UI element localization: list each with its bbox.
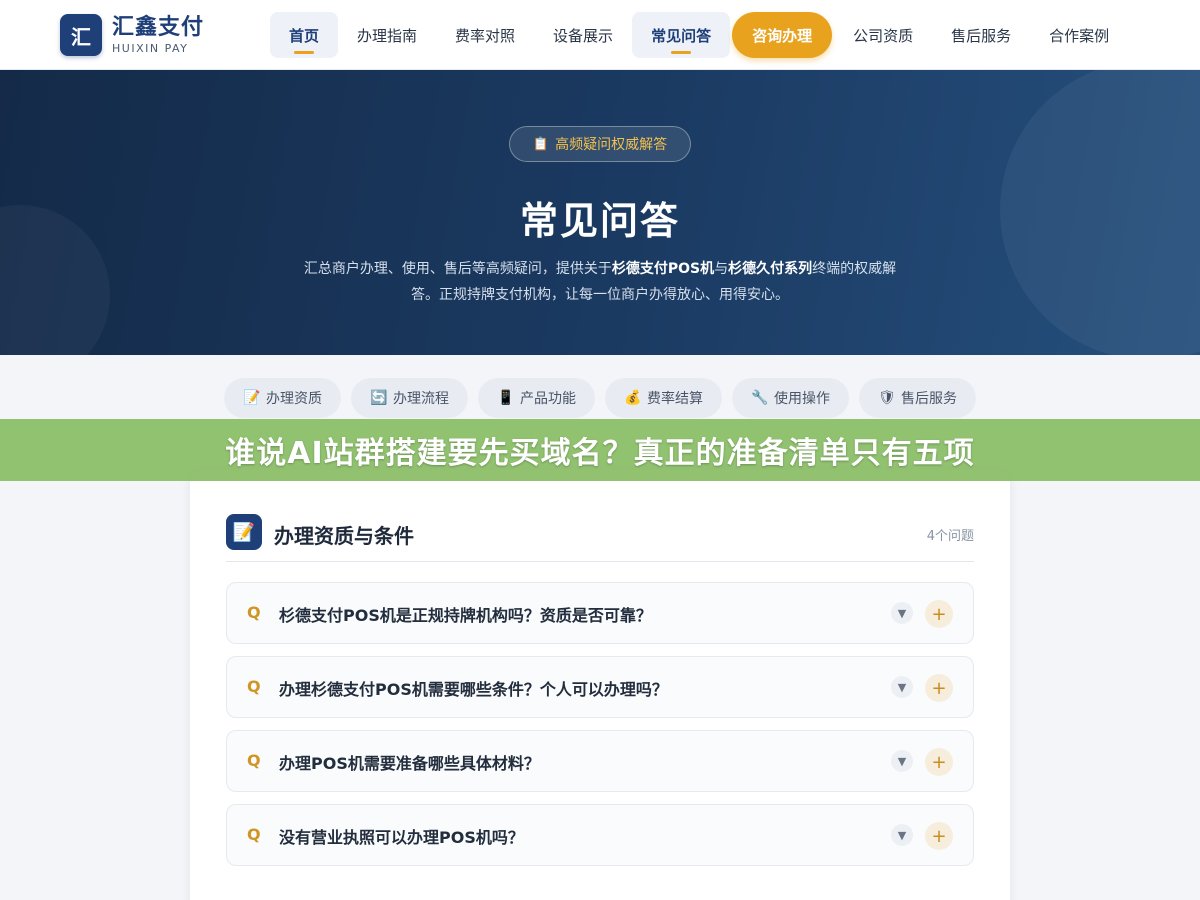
tab-qualification[interactable]: 📝 办理资质	[224, 378, 341, 418]
nav-item-home[interactable]: 首页	[270, 12, 339, 58]
brand-subtitle: HUIXIN PAY	[112, 41, 189, 55]
faq-card: 📝 办理资质与条件 4个问题 Q 杉德支付POS机是正规持牌机构吗？资质是否可靠…	[190, 470, 1010, 900]
nav-item-guide[interactable]: 办理指南	[338, 12, 436, 58]
expand-plus-icon[interactable]: +	[925, 822, 953, 850]
site-header: 汇 汇鑫支付 HUIXIN PAY 首页 办理指南 费率对照 设备展示 常见问答…	[0, 0, 1200, 70]
nav-item-qualifications[interactable]: 公司资质	[834, 12, 932, 58]
memo-icon: 📝	[226, 514, 262, 550]
tab-label: 办理流程	[393, 391, 449, 407]
question-mark: Q	[247, 677, 261, 696]
tab-label: 办理资质	[266, 391, 322, 407]
chevron-down-icon[interactable]: ▼	[891, 676, 913, 698]
faq-section-title: 办理资质与条件	[274, 524, 414, 548]
logo[interactable]: 汇 汇鑫支付 HUIXIN PAY	[60, 14, 204, 56]
hero-desc-highlight: 杉德支付POS机	[611, 261, 715, 277]
expand-plus-icon[interactable]: +	[925, 748, 953, 776]
phone-icon: 📱	[497, 390, 515, 406]
chevron-down-icon[interactable]: ▼	[891, 824, 913, 846]
overlay-banner: 谁说AI站群搭建要先买域名？真正的准备清单只有五项	[0, 419, 1200, 481]
question-mark: Q	[247, 603, 261, 622]
chevron-down-icon[interactable]: ▼	[891, 602, 913, 624]
question-text: 办理POS机需要准备哪些具体材料？	[279, 754, 540, 773]
question-text: 没有营业执照可以办理POS机吗？	[279, 828, 524, 847]
question-text: 杉德支付POS机是正规持牌机构吗？资质是否可靠？	[279, 606, 652, 625]
question-text: 办理杉德支付POS机需要哪些条件？个人可以办理吗？	[279, 680, 668, 699]
money-bag-icon: 💰	[624, 390, 642, 406]
nav-item-devices[interactable]: 设备展示	[534, 12, 632, 58]
nav-item-after-sales[interactable]: 售后服务	[932, 12, 1030, 58]
memo-icon: 📝	[243, 390, 261, 406]
chevron-down-icon[interactable]: ▼	[891, 750, 913, 772]
hero-desc-text: 与	[714, 261, 729, 277]
faq-item[interactable]: Q 办理杉德支付POS机需要哪些条件？个人可以办理吗？ ▼ +	[226, 656, 974, 718]
main-nav: 首页 办理指南 费率对照 设备展示 常见问答 咨询办理 公司资质 售后服务 合作…	[270, 12, 1128, 58]
question-count: 4个问题	[926, 529, 974, 544]
expand-plus-icon[interactable]: +	[925, 674, 953, 702]
hero-desc-text: 汇总商户办理、使用、售后等高频疑问，提供关于	[303, 261, 612, 277]
hero-badge-label: 高频疑问权威解答	[555, 137, 668, 153]
page-title: 常见问答	[519, 199, 680, 243]
tab-after-sales[interactable]: 🛡 售后服务	[859, 378, 976, 418]
hero-badge: 📋 高频疑问权威解答	[509, 126, 691, 162]
tab-rates[interactable]: 💰 费率结算	[605, 378, 722, 418]
hero-section: 📋 高频疑问权威解答 常见问答 汇总商户办理、使用、售后等高频疑问，提供关于杉德…	[0, 70, 1200, 355]
shield-icon: 🛡	[878, 390, 896, 406]
hero-description: 汇总商户办理、使用、售后等高频疑问，提供关于杉德支付POS机与杉德久付系列终端的…	[290, 256, 910, 308]
nav-item-cases[interactable]: 合作案例	[1030, 12, 1128, 58]
banner-text: 谁说AI站群搭建要先买域名？真正的准备清单只有五项	[225, 436, 975, 471]
consult-button[interactable]: 咨询办理	[732, 12, 833, 58]
wrench-icon: 🔧	[751, 390, 769, 406]
refresh-icon: 🔄	[370, 390, 388, 406]
nav-item-rates[interactable]: 费率对照	[436, 12, 534, 58]
tab-label: 使用操作	[774, 391, 830, 407]
logo-mark-icon: 汇	[60, 14, 102, 56]
question-mark: Q	[247, 825, 261, 844]
faq-item[interactable]: Q 办理POS机需要准备哪些具体材料？ ▼ +	[226, 730, 974, 792]
faq-item[interactable]: Q 杉德支付POS机是正规持牌机构吗？资质是否可靠？ ▼ +	[226, 582, 974, 644]
tab-label: 产品功能	[520, 391, 576, 407]
expand-plus-icon[interactable]: +	[925, 600, 953, 628]
tab-operation[interactable]: 🔧 使用操作	[732, 378, 849, 418]
tab-label: 售后服务	[901, 391, 957, 407]
tab-label: 费率结算	[647, 391, 703, 407]
tab-features[interactable]: 📱 产品功能	[478, 378, 595, 418]
nav-item-faq[interactable]: 常见问答	[632, 12, 731, 58]
faq-section-header: 📝 办理资质与条件 4个问题	[226, 514, 974, 562]
brand-name: 汇鑫支付	[112, 14, 205, 40]
faq-item[interactable]: Q 没有营业执照可以办理POS机吗？ ▼ +	[226, 804, 974, 866]
category-tabs: 📝 办理资质 🔄 办理流程 📱 产品功能 💰 费率结算 🔧 使用操作 🛡 售后服…	[0, 378, 1200, 420]
question-mark: Q	[247, 751, 261, 770]
hero-desc-highlight: 杉德久付系列	[728, 261, 813, 277]
tab-process[interactable]: 🔄 办理流程	[351, 378, 468, 418]
clipboard-icon: 📋	[532, 136, 550, 152]
logo-text: 汇鑫支付 HUIXIN PAY	[112, 14, 205, 55]
